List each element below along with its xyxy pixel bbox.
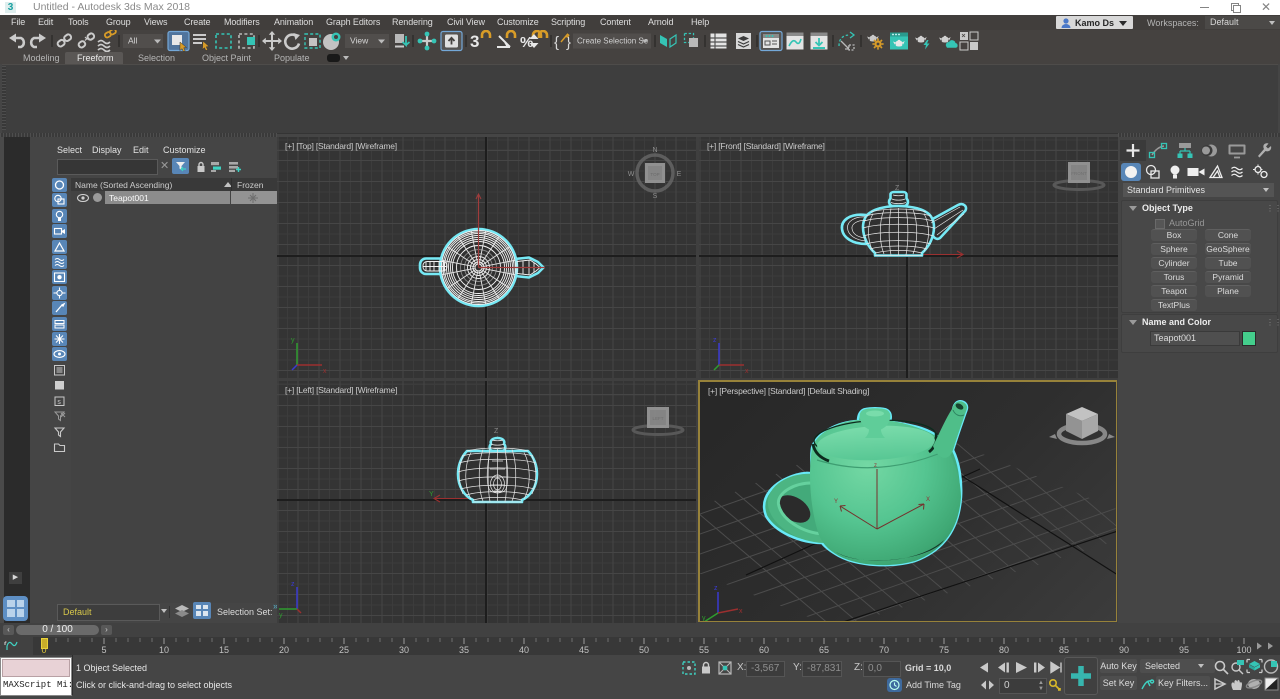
svg-text:10: 10 — [159, 645, 169, 655]
svg-text:15: 15 — [219, 645, 229, 655]
svg-text:[+] [Left] [Standard] [Wirefra: [+] [Left] [Standard] [Wireframe] — [285, 385, 397, 395]
svg-text:Y: Y — [429, 491, 434, 498]
svg-text:[+] [Perspective] [Standard] [: [+] [Perspective] [Standard] [Default Sh… — [708, 386, 869, 396]
svg-text:FRONT: FRONT — [1071, 171, 1087, 176]
svg-text:25: 25 — [339, 645, 349, 655]
svg-text:z: z — [714, 585, 718, 592]
svg-text:z: z — [874, 463, 877, 469]
svg-text:x: x — [739, 608, 743, 615]
svg-text:95: 95 — [1179, 645, 1189, 655]
svg-text:50: 50 — [639, 645, 649, 655]
svg-text:z: z — [713, 337, 717, 344]
svg-text:z: z — [291, 581, 295, 588]
svg-text:[+] [Top] [Standard] [Wirefram: [+] [Top] [Standard] [Wireframe] — [285, 141, 397, 151]
svg-text:75: 75 — [939, 645, 949, 655]
svg-text:35: 35 — [459, 645, 469, 655]
svg-text:85: 85 — [1059, 645, 1069, 655]
svg-text:W: W — [628, 171, 635, 178]
svg-text:Create Selection Se: Create Selection Se — [577, 37, 649, 46]
svg-text:Z: Z — [494, 428, 499, 435]
svg-text:100: 100 — [1236, 645, 1251, 655]
svg-text:N: N — [652, 147, 657, 154]
svg-text:%: % — [520, 34, 533, 51]
svg-text:LEFT: LEFT — [652, 416, 663, 421]
svg-text:5: 5 — [101, 645, 106, 655]
svg-text:60: 60 — [759, 645, 769, 655]
svg-text:S: S — [653, 193, 658, 200]
svg-text:45: 45 — [579, 645, 589, 655]
svg-text:65: 65 — [819, 645, 829, 655]
svg-text:x: x — [323, 368, 327, 375]
svg-text:55: 55 — [699, 645, 709, 655]
svg-text:Y: Y — [834, 499, 838, 505]
svg-text:X: X — [926, 497, 930, 503]
svg-text:y: y — [702, 615, 706, 621]
svg-text:TOP: TOP — [650, 172, 659, 177]
svg-text:40: 40 — [519, 645, 529, 655]
svg-text:80: 80 — [999, 645, 1009, 655]
svg-text:70: 70 — [879, 645, 889, 655]
svg-text:y: y — [279, 612, 283, 619]
svg-text:E: E — [677, 171, 682, 178]
svg-text:s: s — [57, 399, 61, 407]
svg-text:x: x — [745, 368, 749, 375]
svg-text:y: y — [291, 337, 295, 344]
svg-text:30: 30 — [399, 645, 409, 655]
svg-text:[+] [Front] [Standard] [Wirefr: [+] [Front] [Standard] [Wireframe] — [707, 141, 825, 151]
svg-text:View: View — [350, 36, 369, 46]
svg-text:All: All — [128, 36, 138, 46]
svg-text:{: { — [554, 34, 559, 51]
svg-text:20: 20 — [279, 645, 289, 655]
svg-text:3: 3 — [470, 32, 479, 51]
svg-text:90: 90 — [1119, 645, 1129, 655]
